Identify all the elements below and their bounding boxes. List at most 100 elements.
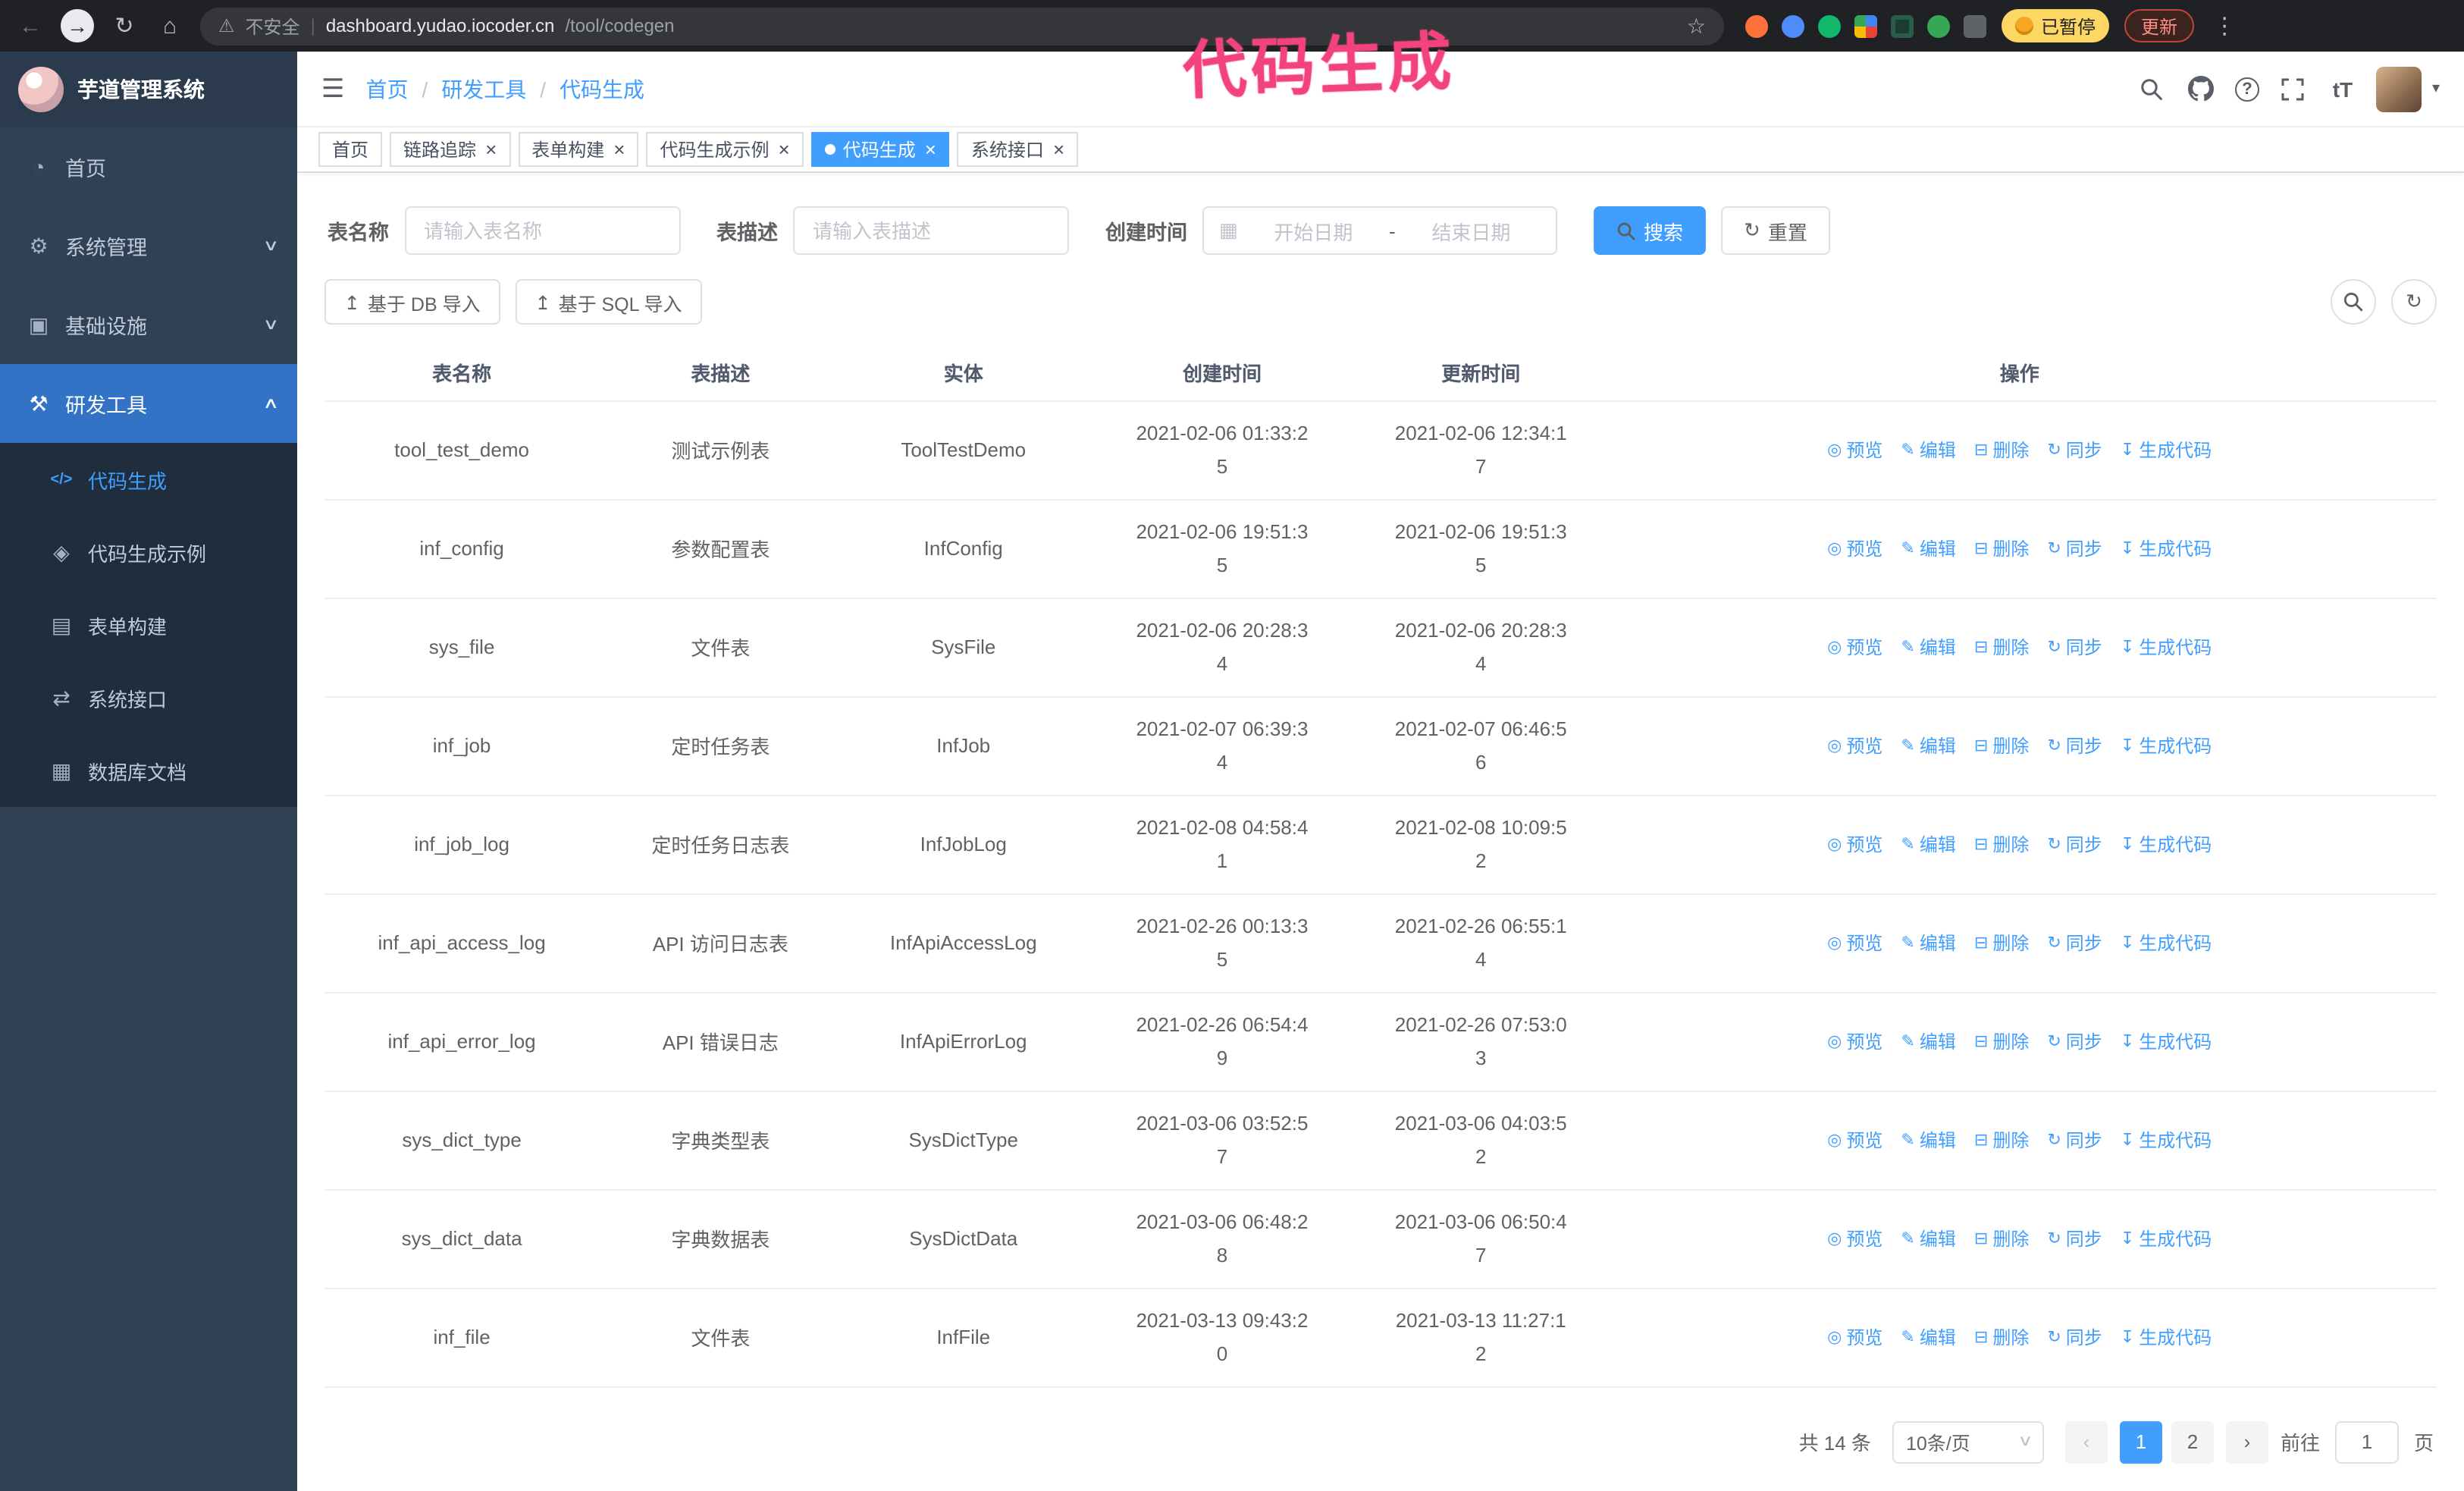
refresh-table-button[interactable]: ↻ xyxy=(2391,279,2437,325)
action-preview[interactable]: ◎ 预览 xyxy=(1827,437,1882,463)
extensions-puzzle-icon[interactable] xyxy=(1964,14,1986,37)
tab-codegen[interactable]: 代码生成 × xyxy=(810,132,950,167)
table-name-input[interactable] xyxy=(404,206,680,255)
page-button-1[interactable]: 1 xyxy=(2119,1420,2162,1463)
action-preview[interactable]: ◎ 预览 xyxy=(1827,1226,1882,1251)
capture-extension-icon[interactable] xyxy=(1891,14,1914,37)
action-generate[interactable]: ↧ 生成代码 xyxy=(2121,1127,2212,1153)
chrome-menu-icon[interactable]: ⋮ xyxy=(2209,12,2240,39)
action-sync[interactable]: ↻ 同步 xyxy=(2047,437,2102,463)
paused-badge[interactable]: 已暂停 xyxy=(2002,9,2110,42)
action-preview[interactable]: ◎ 预览 xyxy=(1827,634,1882,660)
close-icon[interactable]: × xyxy=(1053,140,1064,159)
action-delete[interactable]: ⊟ 删除 xyxy=(1974,831,2029,857)
action-generate[interactable]: ↧ 生成代码 xyxy=(2121,733,2212,758)
action-delete[interactable]: ⊟ 删除 xyxy=(1974,535,2029,561)
close-icon[interactable]: × xyxy=(485,140,497,159)
sidebar-subitem-system-api[interactable]: ⇄ 系统接口 xyxy=(0,661,297,734)
page-button-2[interactable]: 2 xyxy=(2171,1420,2214,1463)
search-button[interactable]: 搜索 xyxy=(1594,206,1707,255)
sidebar-subitem-codegen[interactable]: </> 代码生成 xyxy=(0,443,297,516)
date-range-picker[interactable]: ▦ 开始日期 - 结束日期 xyxy=(1202,206,1557,255)
action-sync[interactable]: ↻ 同步 xyxy=(2047,831,2102,857)
action-generate[interactable]: ↧ 生成代码 xyxy=(2121,535,2212,561)
forward-button[interactable]: → xyxy=(61,9,94,42)
sidebar-item-dev-tools[interactable]: ⚒ 研发工具 ∧ xyxy=(0,364,297,443)
action-preview[interactable]: ◎ 预览 xyxy=(1827,1028,1882,1054)
hamburger-icon[interactable]: ☰ xyxy=(321,74,345,104)
import-sql-button[interactable]: ↥ 基于 SQL 导入 xyxy=(515,279,702,325)
close-icon[interactable]: × xyxy=(613,140,625,159)
caret-down-icon[interactable]: ▾ xyxy=(2432,80,2440,97)
action-generate[interactable]: ↧ 生成代码 xyxy=(2121,1028,2212,1054)
action-edit[interactable]: ✎ 编辑 xyxy=(1901,634,1955,660)
action-generate[interactable]: ↧ 生成代码 xyxy=(2121,1226,2212,1251)
action-sync[interactable]: ↻ 同步 xyxy=(2047,535,2102,561)
action-generate[interactable]: ↧ 生成代码 xyxy=(2121,930,2212,956)
reset-button[interactable]: ↻ 重置 xyxy=(1721,206,1830,255)
action-edit[interactable]: ✎ 编辑 xyxy=(1901,1028,1955,1054)
sidebar-item-infrastructure[interactable]: ▣ 基础设施 ∨ xyxy=(0,285,297,364)
action-edit[interactable]: ✎ 编辑 xyxy=(1901,437,1955,463)
url-bar[interactable]: ⚠ 不安全 | dashboard.yudao.iocoder.cn/tool/… xyxy=(200,7,1724,45)
action-generate[interactable]: ↧ 生成代码 xyxy=(2121,831,2212,857)
action-preview[interactable]: ◎ 预览 xyxy=(1827,733,1882,758)
import-db-button[interactable]: ↥ 基于 DB 导入 xyxy=(324,279,500,325)
font-size-icon[interactable]: tT xyxy=(2326,72,2359,105)
sidebar-item-system-management[interactable]: ⚙ 系统管理 ∨ xyxy=(0,206,297,285)
back-button[interactable]: ← xyxy=(15,13,45,39)
action-delete[interactable]: ⊟ 删除 xyxy=(1974,1324,2029,1350)
action-edit[interactable]: ✎ 编辑 xyxy=(1901,1127,1955,1153)
help-icon[interactable]: ? xyxy=(2234,77,2259,101)
action-edit[interactable]: ✎ 编辑 xyxy=(1901,1226,1955,1251)
action-sync[interactable]: ↻ 同步 xyxy=(2047,634,2102,660)
action-delete[interactable]: ⊟ 删除 xyxy=(1974,930,2029,956)
user-avatar[interactable] xyxy=(2375,66,2422,111)
action-edit[interactable]: ✎ 编辑 xyxy=(1901,733,1955,758)
action-edit[interactable]: ✎ 编辑 xyxy=(1901,930,1955,956)
close-icon[interactable]: × xyxy=(779,140,790,159)
tab-codegen-example[interactable]: 代码生成示例 × xyxy=(646,132,804,167)
action-delete[interactable]: ⊟ 删除 xyxy=(1974,437,2029,463)
bookmark-star-icon[interactable]: ☆ xyxy=(1687,13,1706,39)
toggle-search-button[interactable] xyxy=(2331,279,2376,325)
prev-page-button[interactable]: ‹ xyxy=(2064,1420,2108,1463)
sidebar-subitem-form-builder[interactable]: ▤ 表单构建 xyxy=(0,589,297,661)
sidebar-item-home[interactable]: ◔ 首页 xyxy=(0,127,297,206)
action-preview[interactable]: ◎ 预览 xyxy=(1827,831,1882,857)
sidebar-subitem-db-doc[interactable]: ▦ 数据库文档 xyxy=(0,734,297,807)
breadcrumb-item-2[interactable]: 代码生成 xyxy=(560,74,644,104)
goto-page-input[interactable] xyxy=(2334,1420,2399,1463)
fullscreen-icon[interactable] xyxy=(2276,72,2309,105)
sidebar-subitem-codegen-example[interactable]: ◈ 代码生成示例 xyxy=(0,516,297,589)
tab-home[interactable]: 首页 xyxy=(318,132,383,167)
action-sync[interactable]: ↻ 同步 xyxy=(2047,930,2102,956)
github-icon[interactable] xyxy=(2185,72,2218,105)
update-button[interactable]: 更新 xyxy=(2124,9,2195,42)
next-page-button[interactable]: › xyxy=(2225,1420,2268,1463)
action-sync[interactable]: ↻ 同步 xyxy=(2047,1028,2102,1054)
action-sync[interactable]: ↻ 同步 xyxy=(2047,1226,2102,1251)
action-generate[interactable]: ↧ 生成代码 xyxy=(2121,437,2212,463)
tab-form-builder[interactable]: 表单构建 × xyxy=(518,132,639,167)
action-preview[interactable]: ◎ 预览 xyxy=(1827,535,1882,561)
action-edit[interactable]: ✎ 编辑 xyxy=(1901,831,1955,857)
grid-extension-icon[interactable] xyxy=(1854,14,1877,37)
vue-devtools-extension-icon[interactable] xyxy=(1818,14,1841,37)
table-desc-input[interactable] xyxy=(793,206,1069,255)
action-preview[interactable]: ◎ 预览 xyxy=(1827,1127,1882,1153)
breadcrumb-item-1[interactable]: 研发工具 xyxy=(441,74,526,104)
action-delete[interactable]: ⊟ 删除 xyxy=(1974,634,2029,660)
action-preview[interactable]: ◎ 预览 xyxy=(1827,1324,1882,1350)
action-generate[interactable]: ↧ 生成代码 xyxy=(2121,634,2212,660)
action-sync[interactable]: ↻ 同步 xyxy=(2047,1324,2102,1350)
action-edit[interactable]: ✎ 编辑 xyxy=(1901,535,1955,561)
header-search-icon[interactable] xyxy=(2135,72,2168,105)
breadcrumb-item-0[interactable]: 首页 xyxy=(366,74,409,104)
action-edit[interactable]: ✎ 编辑 xyxy=(1901,1324,1955,1350)
leaf-extension-icon[interactable] xyxy=(1927,14,1950,37)
reload-button[interactable]: ↻ xyxy=(109,12,140,39)
blue-extension-icon[interactable] xyxy=(1782,14,1804,37)
action-delete[interactable]: ⊟ 删除 xyxy=(1974,733,2029,758)
logo-area[interactable]: 芋道管理系统 xyxy=(0,52,297,127)
